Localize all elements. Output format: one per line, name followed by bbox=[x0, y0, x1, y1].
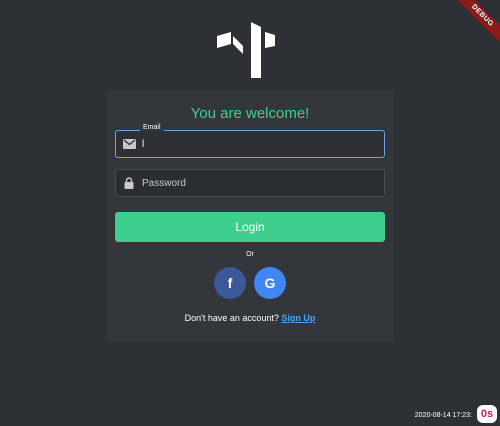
google-icon: G bbox=[264, 275, 276, 291]
debug-banner: DEBUG bbox=[440, 0, 500, 60]
password-field[interactable]: Password bbox=[115, 169, 385, 197]
google-login-button[interactable]: G bbox=[254, 267, 286, 299]
email-value: l bbox=[142, 138, 145, 150]
or-divider: Or bbox=[246, 251, 254, 258]
signup-link[interactable]: Sign Up bbox=[281, 313, 315, 323]
lock-icon bbox=[116, 177, 142, 189]
password-placeholder: Password bbox=[142, 177, 186, 189]
facebook-icon: f bbox=[227, 275, 233, 291]
debug-label: DEBUG bbox=[449, 0, 500, 49]
timestamp: 2020-08-14 17:23: bbox=[414, 412, 472, 419]
account-prompt-text: Don't have an account? bbox=[184, 313, 279, 323]
facebook-login-button[interactable]: f bbox=[214, 267, 246, 299]
login-card: You are welcome! Email l Password Login … bbox=[106, 90, 394, 342]
email-label: Email bbox=[140, 124, 164, 131]
login-button[interactable]: Login bbox=[115, 212, 385, 242]
mail-icon bbox=[116, 139, 142, 149]
email-field[interactable]: Email l bbox=[115, 124, 385, 158]
timer-badge: 0s bbox=[477, 405, 497, 423]
welcome-title: You are welcome! bbox=[190, 105, 310, 122]
app-logo bbox=[217, 22, 275, 78]
signup-prompt: Don't have an account? Sign Up bbox=[106, 313, 394, 323]
